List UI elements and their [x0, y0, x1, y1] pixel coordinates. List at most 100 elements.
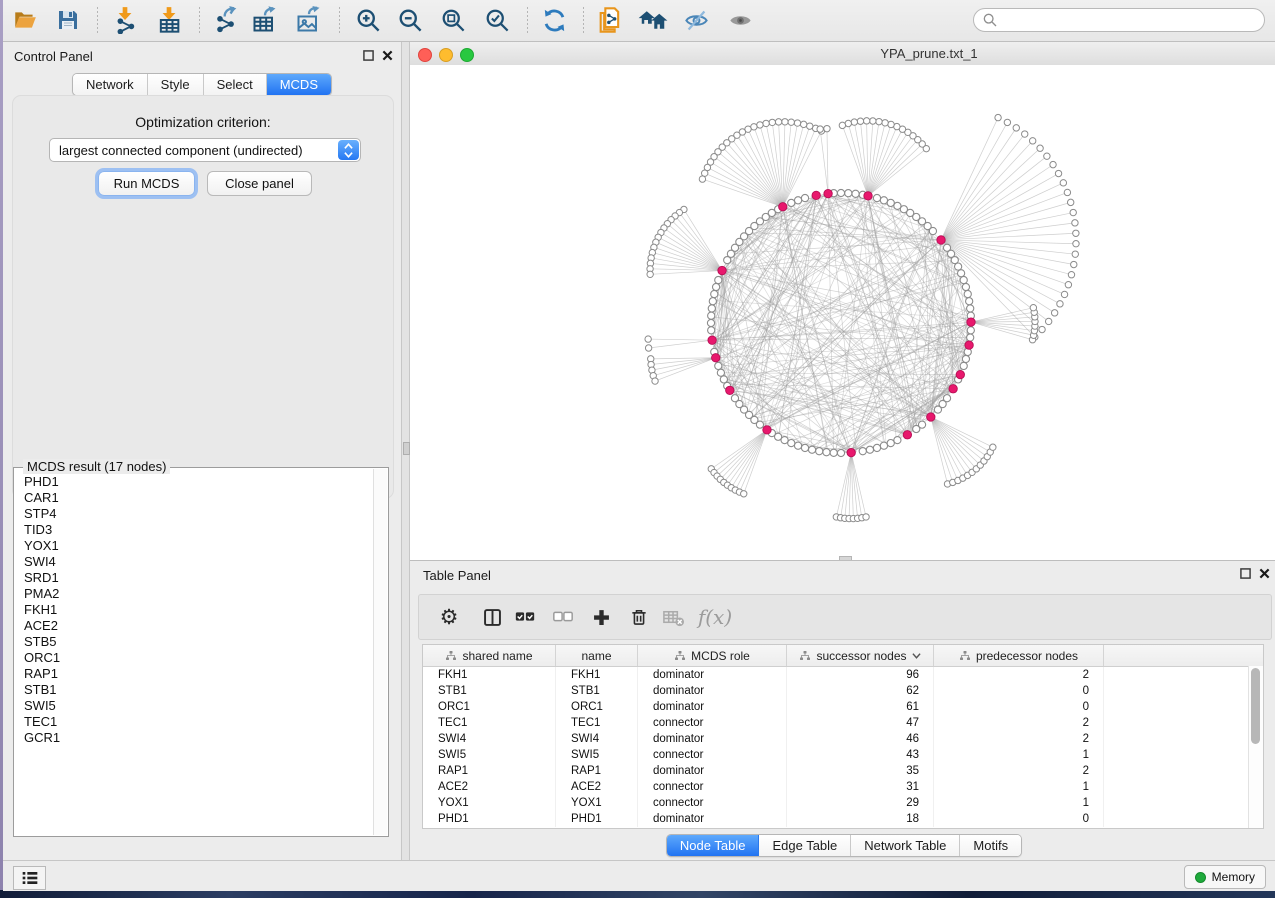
- mcds-hub-node[interactable]: [937, 236, 945, 244]
- network-leaf-node[interactable]: [882, 120, 888, 126]
- mcds-result-item[interactable]: CAR1: [24, 490, 373, 506]
- vertical-splitter[interactable]: [401, 42, 410, 860]
- table-cell[interactable]: connector: [638, 779, 787, 795]
- network-node[interactable]: [918, 421, 925, 428]
- network-node[interactable]: [967, 334, 974, 341]
- function-builder-button[interactable]: f(x): [694, 602, 736, 632]
- export-image-button[interactable]: [292, 3, 326, 37]
- table-cell[interactable]: dominator: [638, 763, 787, 779]
- mcds-result-item[interactable]: ACE2: [24, 618, 373, 634]
- export-network-button[interactable]: [210, 3, 244, 37]
- table-cell[interactable]: YOX1: [423, 795, 556, 811]
- network-node[interactable]: [756, 421, 763, 428]
- show-all-button[interactable]: [723, 3, 757, 37]
- network-node[interactable]: [708, 312, 715, 319]
- network-node[interactable]: [967, 305, 974, 312]
- network-leaf-node[interactable]: [775, 119, 781, 125]
- network-node[interactable]: [967, 327, 974, 334]
- table-cell[interactable]: RAP1: [556, 763, 638, 779]
- column-header-shared-name[interactable]: shared name: [423, 645, 556, 666]
- export-table-button[interactable]: [248, 3, 282, 37]
- network-leaf-node[interactable]: [647, 271, 653, 277]
- table-cell[interactable]: FKH1: [556, 667, 638, 683]
- select-all-rows-button[interactable]: [510, 602, 540, 632]
- table-options-button[interactable]: ⚙: [434, 602, 464, 632]
- table-row[interactable]: ACE2ACE2connector311: [423, 779, 1263, 795]
- table-cell[interactable]: 1: [934, 779, 1104, 795]
- table-cell[interactable]: dominator: [638, 731, 787, 747]
- mcds-hub-node[interactable]: [824, 189, 832, 197]
- network-leaf-node[interactable]: [817, 126, 823, 132]
- network-node[interactable]: [880, 442, 887, 449]
- deselect-all-rows-button[interactable]: [548, 602, 578, 632]
- network-node[interactable]: [717, 369, 724, 376]
- network-leaf-node[interactable]: [1070, 209, 1076, 215]
- zoom-selected-button[interactable]: [480, 3, 514, 37]
- network-node[interactable]: [894, 202, 901, 209]
- table-cell[interactable]: TEC1: [423, 715, 556, 731]
- table-cell[interactable]: 61: [787, 699, 934, 715]
- network-node[interactable]: [880, 197, 887, 204]
- network-leaf-node[interactable]: [800, 121, 806, 127]
- network-node[interactable]: [801, 444, 808, 451]
- table-cell[interactable]: STB1: [556, 683, 638, 699]
- mcds-result-item[interactable]: RAP1: [24, 666, 373, 682]
- table-row[interactable]: FKH1FKH1dominator962: [423, 667, 1263, 683]
- table-cell[interactable]: 47: [787, 715, 934, 731]
- table-cell[interactable]: 0: [934, 811, 1104, 827]
- close-panel-icon[interactable]: [1259, 568, 1270, 579]
- mcds-result-item[interactable]: SWI4: [24, 554, 373, 570]
- zoom-in-button[interactable]: [351, 3, 385, 37]
- float-panel-icon[interactable]: [1240, 568, 1251, 579]
- table-cell[interactable]: 2: [934, 667, 1104, 683]
- table-cell[interactable]: SWI4: [423, 731, 556, 747]
- network-leaf-node[interactable]: [1045, 318, 1051, 324]
- table-cell[interactable]: dominator: [638, 683, 787, 699]
- network-node[interactable]: [887, 199, 894, 206]
- table-cell[interactable]: 62: [787, 683, 934, 699]
- show-columns-button[interactable]: [477, 602, 507, 632]
- refresh-view-button[interactable]: [537, 3, 571, 37]
- network-node[interactable]: [845, 190, 852, 197]
- table-cell[interactable]: TEC1: [556, 715, 638, 731]
- network-node[interactable]: [873, 444, 880, 451]
- table-row[interactable]: SWI4SWI4dominator462: [423, 731, 1263, 747]
- network-canvas[interactable]: [410, 65, 1275, 560]
- network-leaf-node[interactable]: [857, 118, 863, 124]
- network-leaf-node[interactable]: [863, 118, 869, 124]
- network-leaf-node[interactable]: [769, 119, 775, 125]
- splitter-grip[interactable]: [403, 442, 410, 455]
- mcds-hub-node[interactable]: [726, 386, 734, 394]
- network-node[interactable]: [808, 446, 815, 453]
- network-leaf-node[interactable]: [757, 122, 763, 128]
- network-node[interactable]: [794, 197, 801, 204]
- network-node[interactable]: [709, 298, 716, 305]
- mcds-hub-node[interactable]: [903, 431, 911, 439]
- mcds-result-item[interactable]: PHD1: [24, 474, 373, 490]
- task-history-button[interactable]: [13, 866, 46, 890]
- tab-edge-table[interactable]: Edge Table: [759, 835, 851, 856]
- table-row[interactable]: YOX1YOX1connector291: [423, 795, 1263, 811]
- network-leaf-node[interactable]: [1039, 326, 1045, 332]
- tab-network-table[interactable]: Network Table: [851, 835, 960, 856]
- table-cell[interactable]: connector: [638, 795, 787, 811]
- table-cell[interactable]: SWI5: [423, 747, 556, 763]
- network-leaf-node[interactable]: [645, 345, 651, 351]
- first-neighbors-button[interactable]: [636, 3, 670, 37]
- tab-style[interactable]: Style: [148, 74, 204, 95]
- network-node[interactable]: [852, 190, 859, 197]
- column-header-successor-nodes[interactable]: successor nodes: [787, 645, 934, 666]
- network-leaf-node[interactable]: [788, 119, 794, 125]
- network-node[interactable]: [794, 442, 801, 449]
- mcds-result-item[interactable]: PMA2: [24, 586, 373, 602]
- network-node[interactable]: [866, 446, 873, 453]
- network-leaf-node[interactable]: [1068, 272, 1074, 278]
- network-graph[interactable]: [410, 65, 1275, 560]
- network-leaf-node[interactable]: [863, 514, 869, 520]
- network-leaf-node[interactable]: [763, 120, 769, 126]
- network-node[interactable]: [894, 437, 901, 444]
- table-cell[interactable]: RAP1: [423, 763, 556, 779]
- network-leaf-node[interactable]: [1004, 119, 1010, 125]
- network-node[interactable]: [712, 283, 719, 290]
- table-cell[interactable]: dominator: [638, 699, 787, 715]
